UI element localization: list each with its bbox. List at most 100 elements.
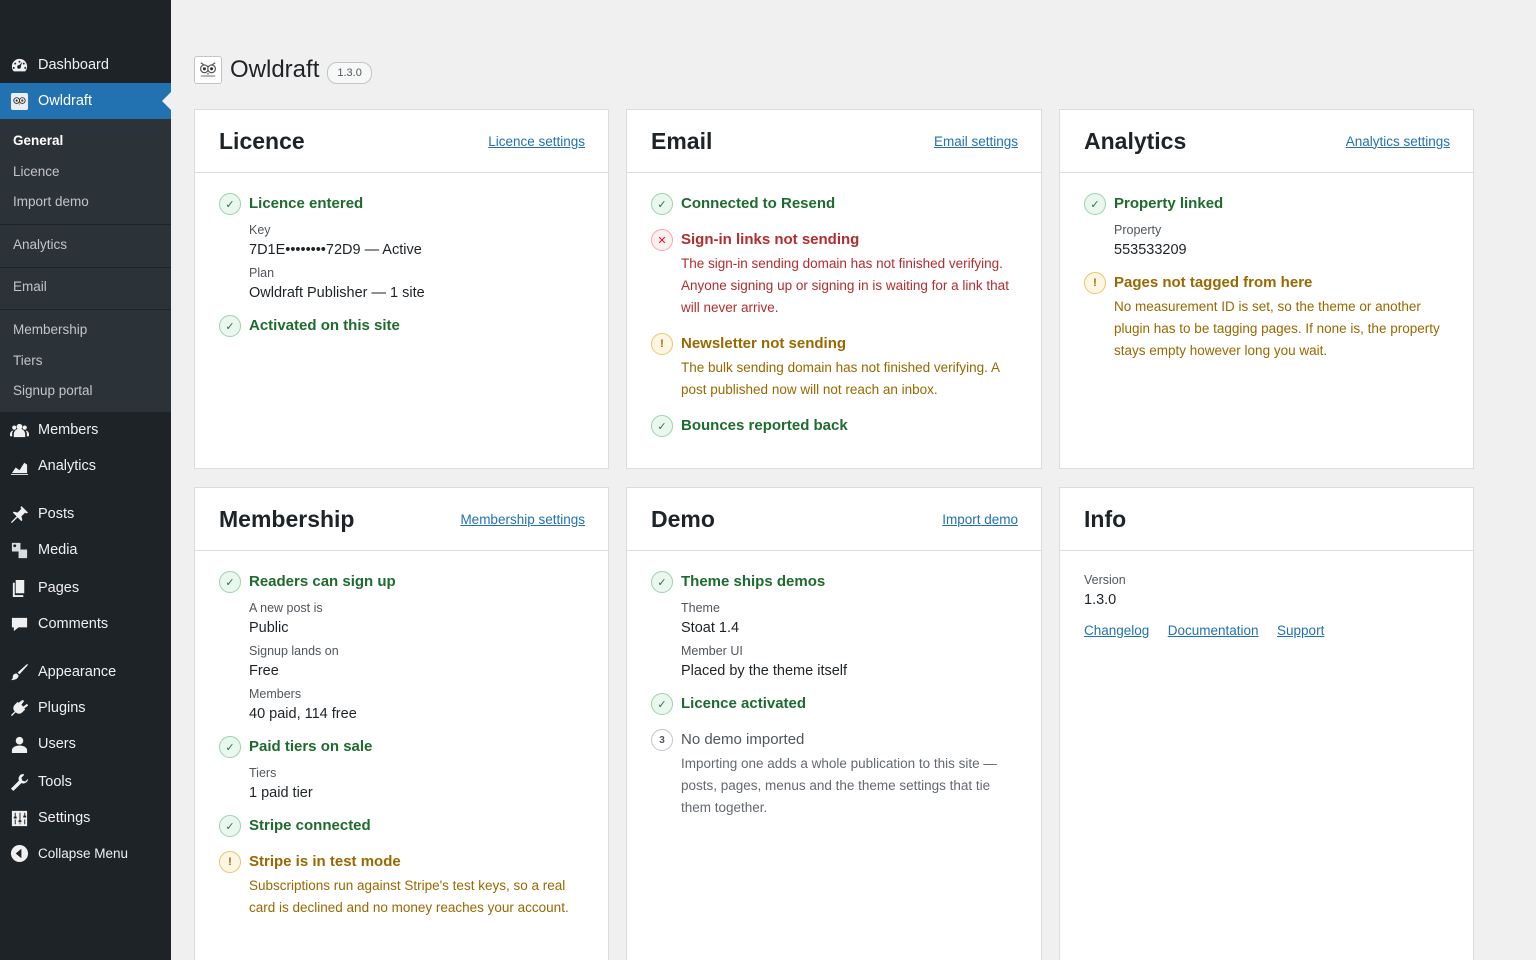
status-title: Connected to Resend — [681, 195, 836, 212]
menu-plugins[interactable]: Plugins — [0, 690, 171, 726]
analytics-settings-link[interactable]: Analytics settings — [1346, 134, 1450, 149]
submenu-licence[interactable]: Licence — [13, 164, 60, 179]
status-row: ✓ Licence entered Key 7D1E••••••••72D9 —… — [219, 193, 584, 301]
licence-key-value: 7D1E••••••••72D9 — Active — [249, 242, 422, 258]
kv-label: Member UI — [681, 644, 743, 658]
licence-settings-link[interactable]: Licence settings — [488, 134, 585, 149]
menu-collapse[interactable]: Collapse Menu — [0, 835, 171, 871]
submenu-signup-portal[interactable]: Signup portal — [13, 383, 93, 398]
brush-icon — [10, 663, 29, 682]
card-title: Email — [651, 127, 713, 154]
pin-icon — [10, 505, 29, 524]
submenu-membership[interactable]: Membership — [13, 322, 87, 337]
submenu-general[interactable]: General — [13, 133, 63, 148]
menu-pages[interactable]: Pages — [0, 570, 171, 606]
import-demo-link[interactable]: Import demo — [942, 512, 1018, 527]
card-title: Info — [1084, 505, 1127, 532]
check-icon: ✓ — [651, 415, 673, 437]
kv-label: Theme — [681, 601, 720, 615]
page-title: Owldraft — [230, 56, 320, 83]
submenu-analytics[interactable]: Analytics — [13, 237, 67, 252]
menu-members[interactable]: Members — [0, 412, 171, 448]
check-icon: ✓ — [651, 571, 673, 593]
status-description: Importing one adds a whole publication t… — [681, 756, 997, 815]
menu-posts[interactable]: Posts — [0, 496, 171, 532]
status-row: ✓ Readers can sign up A new post is Publ… — [219, 571, 584, 722]
menu-label: Tools — [38, 774, 72, 790]
menu-label: Owldraft — [38, 93, 92, 109]
demo-card: Demo Import demo ✓ Theme ships demos The… — [626, 487, 1042, 960]
menu-settings[interactable]: Settings — [0, 800, 171, 836]
menu-users[interactable]: Users — [0, 726, 171, 762]
menu-analytics[interactable]: Analytics — [0, 448, 171, 484]
status-title: Property linked — [1114, 195, 1224, 212]
status-title: Licence activated — [681, 695, 807, 712]
owldraft-submenu: General Licence Import demo Analytics Em… — [0, 119, 171, 412]
card-title: Membership — [219, 505, 355, 532]
warning-icon: ! — [651, 333, 673, 355]
kv-label: Members — [249, 687, 302, 701]
media-icon — [10, 541, 29, 560]
card-title: Licence — [219, 127, 305, 154]
status-title: Stripe connected — [249, 817, 371, 834]
documentation-link[interactable]: Documentation — [1168, 623, 1259, 638]
menu-media[interactable]: Media — [0, 532, 171, 568]
status-row: ✓ Connected to Resend — [651, 193, 1017, 215]
analytics-card: Analytics Analytics settings ✓ Property … — [1059, 109, 1474, 469]
changelog-link[interactable]: Changelog — [1084, 623, 1149, 638]
menu-label: Analytics — [38, 458, 97, 474]
warning-icon: ! — [1084, 272, 1106, 294]
status-row: ✓ Activated on this site — [219, 315, 584, 337]
submenu-email[interactable]: Email — [13, 279, 47, 294]
status-row: ✓ Stripe connected — [219, 815, 584, 837]
email-card: Email Email settings ✓ Connected to Rese… — [626, 109, 1042, 469]
kv-label: A new post is — [249, 601, 323, 615]
members-icon — [10, 421, 29, 440]
step-number-badge: 3 — [651, 729, 673, 751]
user-icon — [10, 735, 29, 754]
support-link[interactable]: Support — [1277, 623, 1324, 638]
kv-value: Placed by the theme itself — [681, 663, 848, 679]
menu-dashboard[interactable]: Dashboard — [0, 47, 171, 83]
kv-value: 1 paid tier — [249, 785, 313, 801]
status-description: The bulk sending domain has not finished… — [681, 360, 1000, 397]
kv-label: Key — [249, 223, 271, 237]
menu-appearance[interactable]: Appearance — [0, 654, 171, 690]
dashboard-icon — [10, 56, 29, 75]
menu-comments[interactable]: Comments — [0, 606, 171, 642]
submenu-tiers[interactable]: Tiers — [13, 353, 43, 368]
check-icon: ✓ — [219, 315, 241, 337]
check-icon: ✓ — [219, 736, 241, 758]
status-row: ✓ Licence activated — [651, 693, 1017, 715]
check-icon: ✓ — [219, 571, 241, 593]
submenu-import-demo[interactable]: Import demo — [13, 194, 89, 209]
version-badge: 1.3.0 — [327, 62, 372, 84]
status-row: ! Pages not tagged from here No measurem… — [1084, 272, 1449, 362]
menu-tools[interactable]: Tools — [0, 764, 171, 800]
membership-settings-link[interactable]: Membership settings — [460, 512, 585, 527]
card-title: Demo — [651, 505, 715, 532]
settings-icon — [10, 809, 29, 828]
status-title: No demo imported — [681, 731, 805, 748]
status-title: Bounces reported back — [681, 417, 848, 434]
status-title: Theme ships demos — [681, 573, 826, 590]
menu-label: Dashboard — [38, 57, 109, 73]
status-row: 3 No demo imported Importing one adds a … — [651, 729, 1017, 819]
status-title: Newsletter not sending — [681, 335, 847, 352]
status-row: ✓ Theme ships demos Theme Stoat 1.4 Memb… — [651, 571, 1017, 679]
kv-label: Tiers — [249, 766, 277, 780]
info-links: Changelog Documentation Support — [1084, 622, 1449, 640]
collapse-icon — [10, 844, 29, 863]
error-icon: ✕ — [651, 229, 673, 251]
submenu-divider — [0, 309, 171, 310]
email-settings-link[interactable]: Email settings — [934, 134, 1018, 149]
menu-label: Settings — [38, 810, 91, 826]
status-row: ✓ Bounces reported back — [651, 415, 1017, 437]
kv-label: Property — [1114, 223, 1162, 237]
menu-label: Members — [38, 422, 99, 438]
menu-label: Collapse Menu — [38, 845, 129, 861]
check-icon: ✓ — [1084, 193, 1106, 215]
licence-card: Licence Licence settings ✓ Licence enter… — [194, 109, 609, 469]
version-value: 1.3.0 — [1084, 592, 1117, 608]
menu-owldraft[interactable]: Owldraft — [0, 83, 171, 119]
